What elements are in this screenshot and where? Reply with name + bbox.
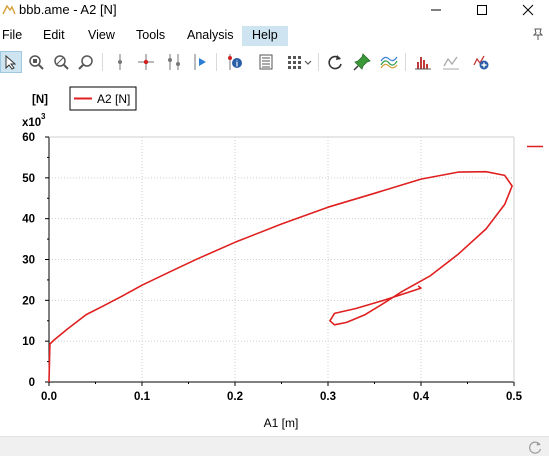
- curves-icon: [380, 56, 398, 69]
- y-tick-label: 0: [29, 377, 35, 389]
- x-tick-label: 0.5: [506, 391, 523, 403]
- new-plot-icon: [473, 55, 489, 70]
- toolbar-separator: [405, 53, 406, 71]
- status-bar: [0, 436, 549, 456]
- play-cursor-icon: [194, 54, 206, 70]
- menu-bar: File Edit View Tools Analysis Help: [0, 26, 549, 46]
- legend[interactable]: A2 [N]: [69, 86, 137, 111]
- x-tick-label: 0.0: [41, 391, 57, 403]
- select-arrow-button[interactable]: [0, 51, 22, 73]
- y-tick-label: 10: [22, 336, 35, 348]
- vertical-cursor-icon: [118, 54, 122, 70]
- info-button[interactable]: i: [224, 51, 246, 73]
- refresh-button[interactable]: [324, 51, 346, 73]
- two-cursors-button[interactable]: [163, 51, 185, 73]
- y-tick-label: 20: [22, 295, 35, 307]
- menu-edit[interactable]: Edit: [41, 26, 67, 46]
- zoom-out-icon: [54, 55, 69, 70]
- x-tick-label: 0.4: [413, 391, 430, 403]
- toolbar-separator: [216, 53, 217, 71]
- menu-analysis[interactable]: Analysis: [185, 26, 236, 46]
- x-axis-label: A1 [m]: [264, 416, 299, 430]
- maximize-icon: [477, 5, 487, 15]
- pin-menu-icon[interactable]: [532, 27, 544, 41]
- zoom-out-button[interactable]: [50, 51, 72, 73]
- y-axis-multiplier: x10: [22, 117, 41, 129]
- table-view-button[interactable]: [255, 51, 277, 73]
- x-tick-label: 0.3: [320, 391, 336, 403]
- legend-label: A2 [N]: [97, 92, 130, 106]
- grid-layout-button[interactable]: [285, 51, 315, 73]
- plot-area[interactable]: 0.0 0.1 0.2 0.3 0.4 0.5 0 10 20 30 40 50 60 [N] x10 …: [0, 80, 549, 436]
- zoom-reset-icon: [78, 55, 93, 70]
- toolbar-separator: [102, 53, 103, 71]
- cross-cursor-button[interactable]: [135, 51, 157, 73]
- play-cursor-button[interactable]: [189, 51, 211, 73]
- histogram-button[interactable]: [412, 51, 434, 73]
- cross-cursor-icon: [138, 54, 154, 70]
- toolbar-separator: [318, 53, 319, 71]
- zoom-reset-button[interactable]: [75, 51, 97, 73]
- window-title: bbb.ame - A2 [N]: [19, 2, 117, 17]
- y-axis-unit: [N]: [32, 94, 48, 106]
- menu-help[interactable]: Help: [242, 26, 288, 46]
- chart-add-button[interactable]: [440, 51, 462, 73]
- y-tick-label: 60: [22, 132, 35, 144]
- chart[interactable]: 0.0 0.1 0.2 0.3 0.4 0.50102030405060 [N] x10 …: [0, 80, 549, 436]
- maximize-button[interactable]: [459, 0, 505, 20]
- grid-layout-icon: [288, 56, 312, 69]
- series-line-a2[interactable]: [48, 170, 513, 383]
- chart-add-icon: [443, 56, 459, 70]
- select-arrow-icon: [5, 54, 17, 70]
- x-tick-label: 0.2: [227, 391, 243, 403]
- menu-file[interactable]: File: [0, 26, 24, 46]
- zoom-region-icon: [29, 55, 44, 70]
- y-tick-label: 50: [22, 173, 35, 185]
- pin-button[interactable]: [351, 51, 373, 73]
- y-axis-exponent: 3: [41, 112, 46, 121]
- x-tick-label: 0.1: [134, 391, 151, 403]
- pin-icon: [353, 53, 371, 71]
- menu-tools[interactable]: Tools: [134, 26, 167, 46]
- zoom-region-button[interactable]: [25, 51, 47, 73]
- info-icon: i: [228, 54, 242, 70]
- menu-view[interactable]: View: [86, 26, 117, 46]
- table-view-icon: [259, 54, 273, 70]
- y-tick-label: 40: [22, 214, 35, 226]
- toolbar: i: [0, 48, 549, 78]
- histogram-icon: [415, 57, 431, 70]
- refresh-icon: [328, 55, 342, 70]
- minimize-icon: [431, 9, 441, 11]
- title-bar: bbb.ame - A2 [N]: [0, 0, 549, 26]
- app-logo-icon: [2, 4, 16, 15]
- svg-text:i: i: [236, 60, 238, 69]
- close-icon: [522, 4, 534, 16]
- two-cursors-icon: [168, 54, 180, 70]
- minimize-button[interactable]: [413, 0, 459, 20]
- busy-indicator-icon: [529, 441, 542, 454]
- curves-button[interactable]: [378, 51, 400, 73]
- vertical-cursor-button[interactable]: [109, 51, 131, 73]
- y-tick-label: 30: [22, 255, 35, 267]
- new-plot-button[interactable]: [470, 51, 492, 73]
- close-button[interactable]: [505, 0, 549, 20]
